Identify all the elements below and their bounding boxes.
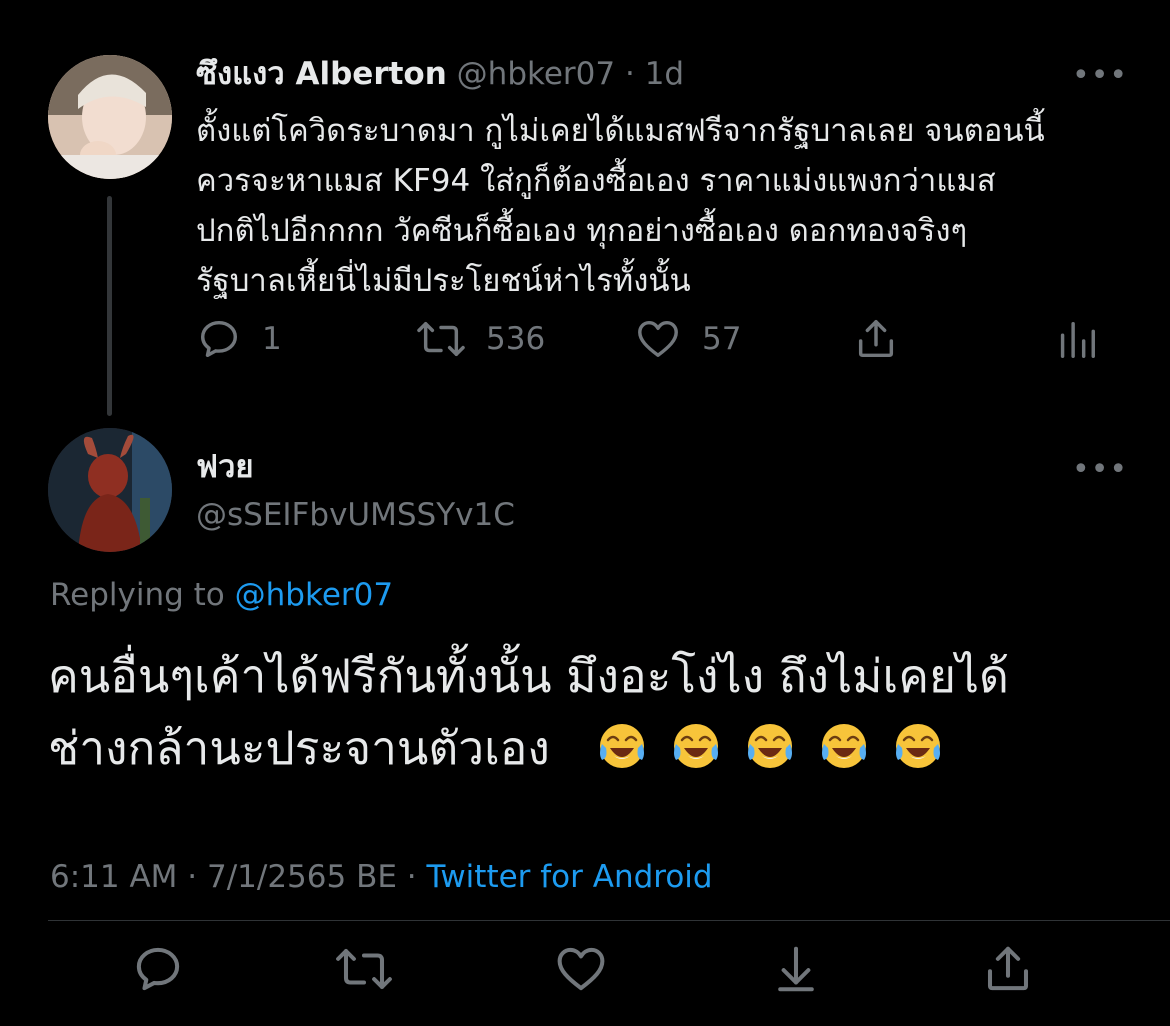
meta-divider — [48, 920, 1170, 921]
thread-connector-line — [107, 196, 112, 416]
tweet1-time-ago[interactable]: 1d — [645, 56, 684, 92]
tweet1-handle[interactable]: @hbker07 — [457, 56, 615, 92]
tears-of-joy-emoji-icon — [748, 724, 792, 768]
download-icon — [778, 946, 814, 992]
tweet1-like-button[interactable]: 57 — [634, 316, 741, 362]
tweet2-meta-separator: · — [187, 859, 198, 895]
replying-to-label: Replying to — [50, 577, 225, 613]
tweet1-display-name[interactable]: ซึงแงว Alberton — [196, 56, 447, 92]
tears-of-joy-emoji-icon — [822, 724, 866, 768]
tweet2-handle[interactable]: @sSEIFbvUMSSYv1C — [196, 495, 515, 535]
tears-of-joy-emoji-icon — [674, 724, 718, 768]
tweet2-reply-button[interactable] — [130, 942, 186, 996]
tweet2-share-button[interactable] — [980, 942, 1036, 996]
tweet2-like-button[interactable] — [552, 942, 610, 996]
retweet-icon — [417, 321, 465, 357]
replying-to-line: Replying to @hbker07 — [50, 574, 393, 616]
analytics-icon — [1060, 321, 1095, 358]
tweet1-retweet-button[interactable]: 536 — [416, 316, 545, 362]
tweet2-date: 7/1/2565 BE — [207, 859, 397, 895]
tweet2-meta-separator-2: · — [406, 859, 417, 895]
tweet1-more-options-icon[interactable]: ••• — [1072, 58, 1128, 93]
tweet2-meta: 6:11 AM · 7/1/2565 BE · Twitter for Andr… — [50, 856, 713, 898]
tweet1-text: ตั้งแต่โควิดระบาดมา กูไม่เคยได้แมสฟรีจาก… — [196, 113, 1045, 299]
reply-icon — [200, 320, 238, 358]
share-icon — [987, 946, 1029, 991]
avatar-fuay[interactable] — [48, 428, 172, 552]
heart-icon — [557, 947, 605, 991]
tweet2-retweet-button[interactable] — [334, 942, 394, 996]
avatar-image — [48, 55, 172, 179]
tweet1-retweet-count: 536 — [486, 321, 546, 357]
share-icon — [858, 320, 894, 358]
tweet1-like-count: 57 — [702, 321, 742, 357]
retweet-icon — [336, 948, 392, 990]
tweet1-share-button[interactable] — [852, 316, 900, 362]
tweet2-text: คนอื่นๆเค้าได้ฟรีกันทั้งนั้น มึงอะโง่ไง … — [48, 649, 1009, 775]
tweet2-source-link[interactable]: Twitter for Android — [427, 859, 713, 895]
reply-icon — [136, 947, 180, 991]
emoji-row — [596, 720, 966, 772]
tweet2-more-options-icon[interactable]: ••• — [1072, 452, 1128, 487]
tweet1-reply-count: 1 — [262, 321, 282, 357]
tweet1-analytics-button[interactable] — [1056, 316, 1096, 362]
heart-icon — [638, 320, 678, 358]
tweet1-separator: · — [624, 56, 635, 92]
tears-of-joy-emoji-icon — [600, 724, 644, 768]
tears-of-joy-emoji-icon — [896, 724, 940, 768]
tweet2-display-name[interactable]: ฟวย — [196, 447, 254, 487]
tweet2-save-button[interactable] — [768, 942, 824, 996]
tweet1-reply-button[interactable]: 1 — [196, 316, 282, 362]
avatar-image — [48, 428, 172, 552]
replying-to-link[interactable]: @hbker07 — [235, 577, 393, 613]
tweet1-header: ซึงแงว Alberton @hbker07 · 1d — [196, 52, 684, 96]
avatar-alberton[interactable] — [48, 55, 172, 179]
tweet2-time: 6:11 AM — [50, 859, 178, 895]
